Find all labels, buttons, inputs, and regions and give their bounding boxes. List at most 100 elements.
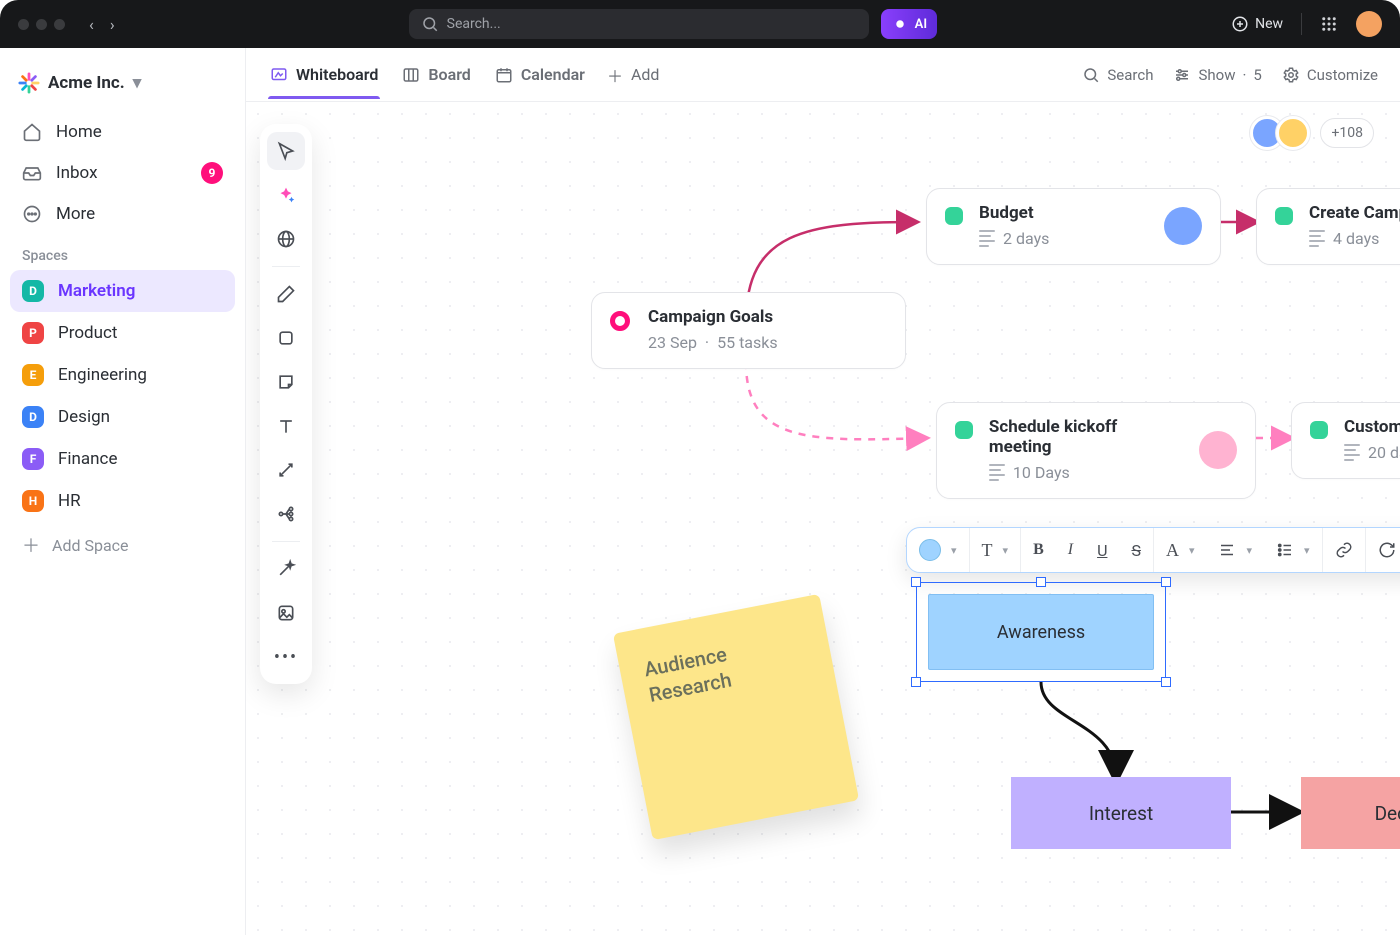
- tool-web[interactable]: [267, 220, 305, 258]
- text-toolbar: T B I U S A Task ⋯: [906, 527, 1400, 573]
- show-button[interactable]: Show · 5: [1173, 66, 1261, 84]
- sidebar-item-inbox[interactable]: Inbox 9: [10, 152, 235, 194]
- bold-button[interactable]: B: [1021, 528, 1056, 572]
- text-color-button[interactable]: A: [1154, 528, 1207, 572]
- add-space-button[interactable]: ＋ Add Space: [10, 522, 235, 568]
- sidebar-item-label: Inbox: [56, 163, 98, 183]
- shape-decision[interactable]: Decision: [1301, 777, 1400, 849]
- space-initial: D: [22, 280, 44, 302]
- card-title: Customer Beta: [1344, 417, 1400, 437]
- search-icon: [421, 15, 439, 33]
- tool-ai[interactable]: [267, 176, 305, 214]
- new-button[interactable]: New: [1231, 15, 1283, 33]
- status-icon: [610, 311, 632, 333]
- card-campaign-goals[interactable]: Campaign Goals 23 Sep · 55 tasks: [591, 292, 906, 369]
- dot-separator: ·: [705, 333, 709, 352]
- presence-more[interactable]: +108: [1320, 118, 1374, 148]
- search-icon: [1082, 66, 1100, 84]
- tab-label: Whiteboard: [296, 65, 378, 84]
- shape-awareness-selected[interactable]: Awareness: [916, 582, 1166, 682]
- assignee-avatar[interactable]: [1199, 431, 1237, 469]
- tab-whiteboard[interactable]: Whiteboard: [268, 51, 380, 98]
- resize-handle[interactable]: [1161, 677, 1171, 687]
- calendar-icon: [495, 66, 513, 84]
- card-customer-beta[interactable]: Customer Beta 20 days: [1291, 402, 1400, 479]
- sidebar-item-design[interactable]: D Design: [10, 396, 235, 438]
- spaces-heading: Spaces: [10, 234, 235, 270]
- text-size-button[interactable]: T: [970, 528, 1021, 572]
- customize-button[interactable]: Customize: [1282, 66, 1378, 84]
- text-icon: T: [982, 540, 993, 561]
- tool-image[interactable]: [267, 594, 305, 632]
- color-swatch-icon: [919, 539, 941, 561]
- presence-group: +108: [1250, 116, 1374, 150]
- fill-color-picker[interactable]: [907, 528, 969, 572]
- tool-shape[interactable]: [267, 319, 305, 357]
- logo-icon: [18, 72, 40, 94]
- refresh-icon: [1378, 541, 1396, 559]
- sidebar-item-hr[interactable]: H HR: [10, 480, 235, 522]
- presence-avatar[interactable]: [1276, 116, 1310, 150]
- card-schedule-kickoff[interactable]: Schedule kickoff meeting 10 Days: [936, 402, 1256, 499]
- card-budget[interactable]: Budget 2 days: [926, 188, 1221, 265]
- tool-pointer[interactable]: [267, 132, 305, 170]
- global-search-placeholder: Search...: [447, 16, 501, 32]
- link-button[interactable]: [1323, 528, 1365, 572]
- convert-task-button[interactable]: Task: [1366, 528, 1400, 572]
- resize-handle[interactable]: [1161, 577, 1171, 587]
- sidebar-item-label: Product: [58, 323, 117, 343]
- tool-mindmap[interactable]: [267, 495, 305, 533]
- sidebar-item-finance[interactable]: F Finance: [10, 438, 235, 480]
- sidebar-item-more[interactable]: More: [10, 194, 235, 234]
- tool-pen[interactable]: [267, 275, 305, 313]
- sticky-note[interactable]: Audience Research: [613, 594, 859, 840]
- profile-avatar[interactable]: [1356, 11, 1382, 37]
- list-button[interactable]: [1264, 528, 1322, 572]
- tool-sticky[interactable]: [267, 363, 305, 401]
- chevron-down-icon: ▾: [133, 73, 142, 93]
- sidebar-item-marketing[interactable]: D Marketing: [10, 270, 235, 312]
- shape-label: Awareness: [928, 594, 1154, 670]
- separator: [1301, 13, 1302, 35]
- sidebar-item-engineering[interactable]: E Engineering: [10, 354, 235, 396]
- sidebar-item-home[interactable]: Home: [10, 112, 235, 152]
- tab-calendar[interactable]: Calendar: [493, 51, 587, 98]
- resize-handle[interactable]: [1036, 577, 1046, 587]
- ai-button[interactable]: AI: [881, 9, 937, 39]
- tool-connector[interactable]: [267, 451, 305, 489]
- description-icon: [989, 464, 1005, 481]
- view-search-label: Search: [1107, 66, 1153, 84]
- card-create-campaign[interactable]: Create Campaign 4 days: [1256, 188, 1400, 265]
- traffic-dot: [36, 19, 47, 30]
- global-search[interactable]: Search...: [409, 9, 869, 39]
- strikethrough-button[interactable]: S: [1119, 528, 1153, 572]
- status-icon: [955, 421, 973, 439]
- home-icon: [22, 122, 42, 142]
- italic-button[interactable]: I: [1056, 528, 1085, 572]
- whiteboard-canvas[interactable]: +108 •••: [246, 102, 1400, 935]
- card-duration: 4 days: [1333, 229, 1379, 248]
- underline-button[interactable]: U: [1085, 528, 1119, 572]
- view-search-button[interactable]: Search: [1082, 66, 1153, 84]
- tab-board[interactable]: Board: [400, 51, 472, 98]
- nav-forward-icon[interactable]: ›: [110, 15, 115, 34]
- shape-interest[interactable]: Interest: [1011, 777, 1231, 849]
- history-nav: ‹ ›: [89, 15, 115, 34]
- sidebar-item-product[interactable]: P Product: [10, 312, 235, 354]
- nav-back-icon[interactable]: ‹: [89, 15, 94, 34]
- align-button[interactable]: [1206, 528, 1264, 572]
- workspace-switcher[interactable]: Acme Inc. ▾: [10, 62, 235, 112]
- resize-handle[interactable]: [911, 677, 921, 687]
- resize-handle[interactable]: [911, 577, 921, 587]
- card-duration: 20 days: [1368, 443, 1400, 462]
- apps-grid-icon[interactable]: [1320, 15, 1338, 33]
- tool-more[interactable]: •••: [267, 638, 305, 676]
- assignee-avatar[interactable]: [1164, 207, 1202, 245]
- dot-separator: ·: [1242, 66, 1246, 84]
- add-view-button[interactable]: ＋ Add: [607, 63, 660, 87]
- sparkle-icon: [891, 15, 909, 33]
- tool-magic[interactable]: [267, 550, 305, 588]
- tool-text[interactable]: [267, 407, 305, 445]
- space-initial: H: [22, 490, 44, 512]
- plus-icon: ＋: [22, 532, 40, 558]
